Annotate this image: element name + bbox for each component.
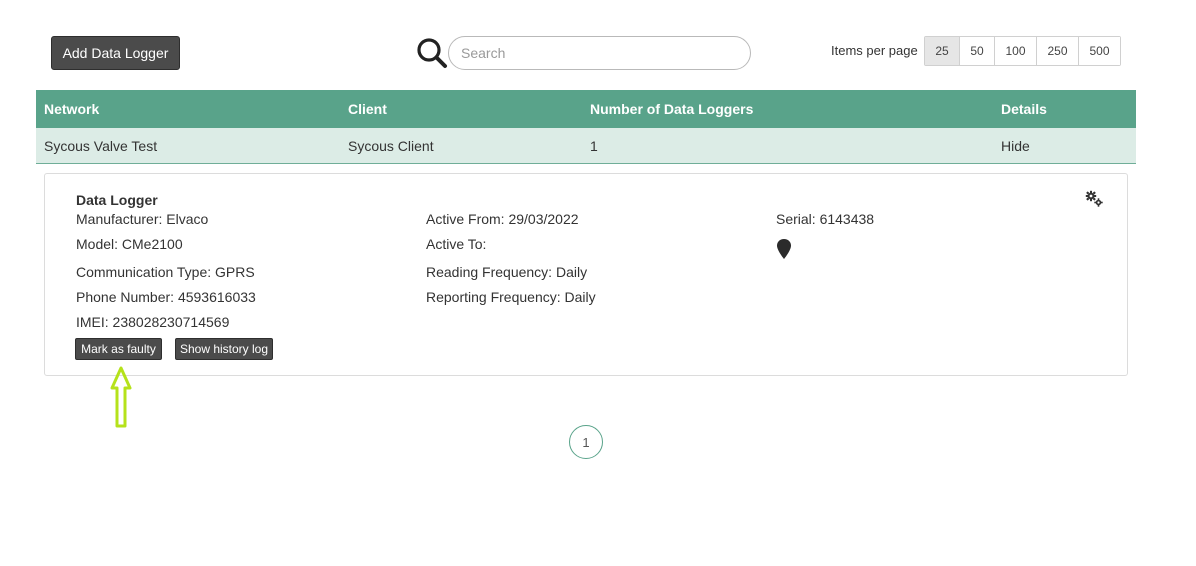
table-row[interactable]: Sycous Valve Test Sycous Client 1 Hide (36, 128, 1136, 164)
items-per-page-25[interactable]: 25 (925, 37, 960, 65)
active-to-text: Active To: (426, 236, 487, 252)
pagination-page-1[interactable]: 1 (569, 425, 603, 459)
show-history-log-button[interactable]: Show history log (175, 338, 273, 360)
hide-details-link[interactable]: Hide (1001, 128, 1030, 163)
search-icon (417, 38, 447, 68)
manufacturer-text: Manufacturer: Elvaco (76, 211, 209, 227)
phone-number-text: Phone Number: 4593616033 (76, 289, 256, 305)
detail-title: Data Logger (76, 192, 158, 208)
items-per-page-250[interactable]: 250 (1037, 37, 1079, 65)
networks-table: Network Client Number of Data Loggers De… (36, 90, 1136, 164)
column-header-details: Details (1001, 101, 1047, 117)
imei-text: IMEI: 238028230714569 (76, 314, 230, 330)
up-arrow-icon (110, 366, 132, 428)
cell-number-of-data-loggers: 1 (590, 137, 598, 154)
gears-icon[interactable] (1084, 190, 1104, 208)
items-per-page-selector: 25 50 100 250 500 (924, 36, 1121, 66)
reporting-frequency-text: Reporting Frequency: Daily (426, 289, 596, 305)
add-data-logger-button[interactable]: Add Data Logger (51, 36, 180, 70)
items-per-page-50[interactable]: 50 (960, 37, 995, 65)
active-from-text: Active From: 29/03/2022 (426, 211, 579, 227)
model-text: Model: CMe2100 (76, 236, 183, 252)
communication-type-text: Communication Type: GPRS (76, 264, 255, 280)
cell-client: Sycous Client (348, 137, 434, 154)
column-header-client[interactable]: Client (348, 90, 387, 128)
column-header-number-of-data-loggers[interactable]: Number of Data Loggers (590, 90, 753, 128)
items-per-page-label: Items per page (831, 43, 918, 58)
items-per-page-500[interactable]: 500 (1079, 37, 1120, 65)
serial-text: Serial: 6143438 (776, 211, 875, 227)
search-input[interactable] (448, 36, 751, 70)
map-pin-icon[interactable] (776, 238, 792, 260)
table-header: Network Client Number of Data Loggers De… (36, 90, 1136, 128)
cell-network: Sycous Valve Test (44, 137, 158, 154)
reading-frequency-text: Reading Frequency: Daily (426, 264, 588, 280)
mark-as-faulty-button[interactable]: Mark as faulty (75, 338, 162, 360)
data-logger-detail-panel: Data Logger Manufacturer: Elvaco Model: … (44, 173, 1128, 376)
column-header-network[interactable]: Network (44, 90, 99, 128)
items-per-page-100[interactable]: 100 (995, 37, 1037, 65)
